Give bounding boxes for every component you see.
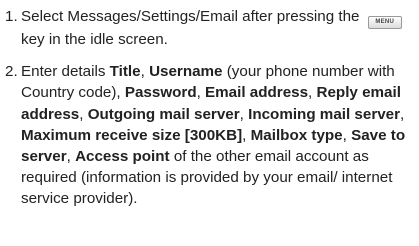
step-text: Enter details Title, Username (your phon… [21, 63, 406, 208]
instruction-list: 1. Select Messages/Settings/Email after … [5, 6, 415, 210]
step-text-part: Enter details [21, 63, 106, 81]
field-title: Title [109, 63, 141, 81]
step-text-part: Select Messages/Settings/Email after pre… [21, 8, 360, 25]
step-number: 2. [5, 63, 18, 81]
field-outgoing-mail-server: Outgoing mail server [87, 105, 240, 123]
field-username: Username [149, 63, 223, 81]
field-access-point: Access point [75, 148, 170, 166]
field-maximum-receive-size: Maximum receive size [300KB] [21, 126, 243, 144]
field-mailbox-type: Mailbox type [250, 126, 343, 144]
field-email-address: Email address [205, 84, 309, 102]
step-number: 1. [5, 8, 18, 25]
menu-key-icon: MENU [367, 16, 402, 29]
step-1: 1. Select Messages/Settings/Email after … [5, 6, 415, 50]
step-text-part: key in the idle screen. [21, 31, 168, 48]
field-password: Password [124, 84, 197, 102]
step-text: Select Messages/Settings/Email after pre… [18, 6, 415, 50]
step-2: 2. Enter details Title, Username (your p… [5, 61, 415, 209]
field-incoming-mail-server: Incoming mail server [248, 105, 401, 123]
instruction-page: 1. Select Messages/Settings/Email after … [0, 0, 419, 246]
